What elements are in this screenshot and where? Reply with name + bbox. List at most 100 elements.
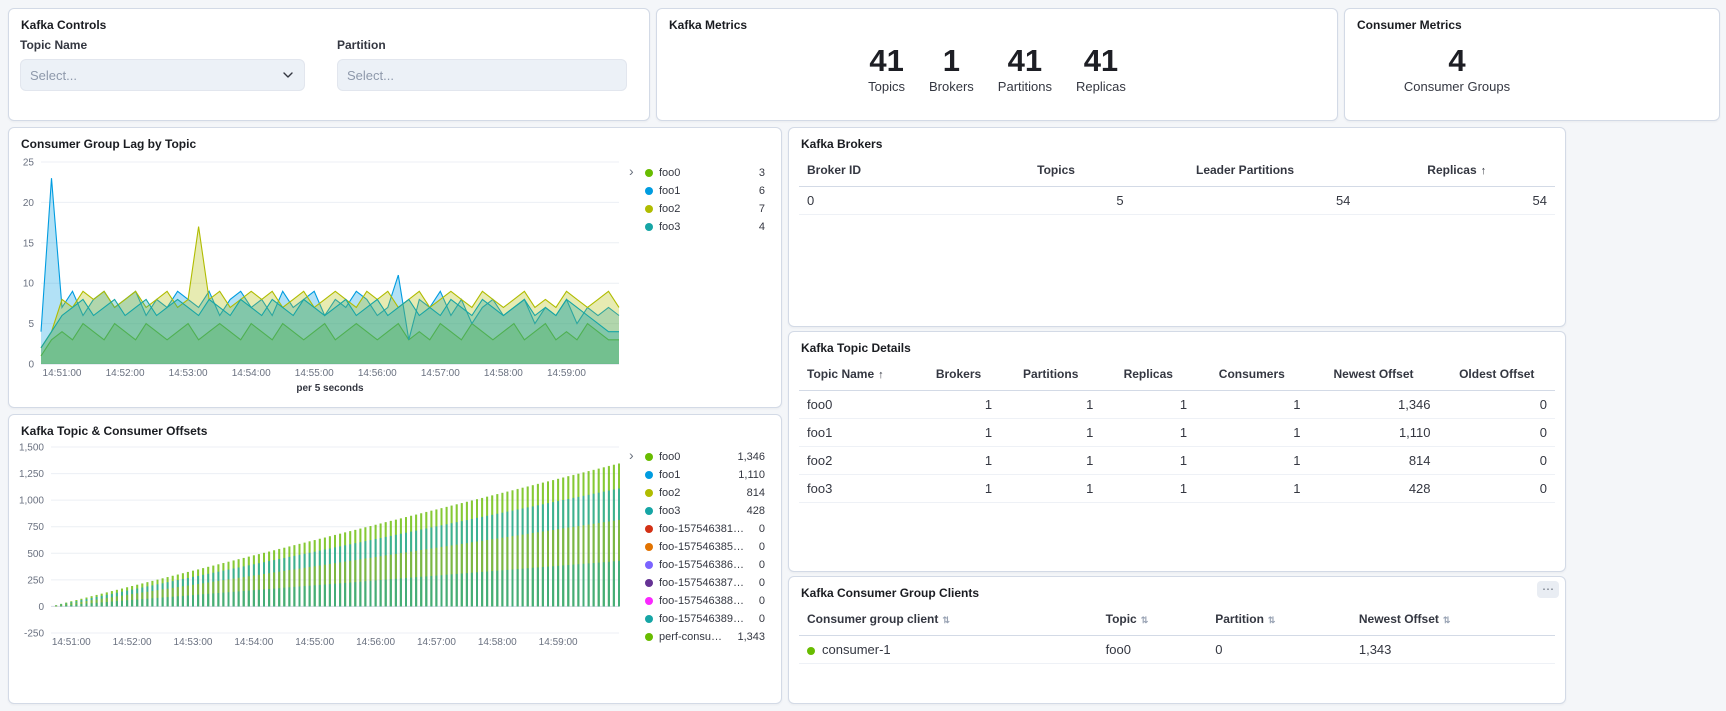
series-current-value: 0 <box>751 559 765 571</box>
consumer-metrics-stats: 4 Consumer Groups <box>1345 9 1719 120</box>
series-color-dot-icon <box>645 223 653 231</box>
series-color-dot-icon <box>645 471 653 479</box>
table-cell: 0 <box>1439 419 1555 447</box>
legend-toggle-icon[interactable]: › <box>629 164 634 178</box>
svg-text:14:52:00: 14:52:00 <box>113 637 152 648</box>
legend-item[interactable]: perf-consumer-…1,343 <box>645 630 765 644</box>
stat-topics: 41 Topics <box>868 45 905 95</box>
table-cell: 814 <box>1309 447 1439 475</box>
table-cell: 0 <box>799 187 980 215</box>
lag-chart-plot[interactable]: 051015202514:51:0014:52:0014:53:0014:54:… <box>13 152 627 402</box>
svg-text:per 5 seconds: per 5 seconds <box>296 383 364 394</box>
svg-text:14:59:00: 14:59:00 <box>547 368 586 379</box>
column-header-broker-id[interactable]: Broker ID <box>799 154 980 187</box>
svg-text:14:58:00: 14:58:00 <box>478 637 517 648</box>
table-row: 055454 <box>799 187 1555 215</box>
table-cell: 1 <box>917 447 1000 475</box>
series-current-value: 4 <box>751 221 765 233</box>
column-header-newest-offset[interactable]: Newest Offset <box>1309 358 1439 391</box>
table-cell: 428 <box>1309 475 1439 503</box>
stat-brokers: 1 Brokers <box>929 45 974 95</box>
svg-text:14:55:00: 14:55:00 <box>295 637 334 648</box>
series-color-dot-icon <box>645 633 653 641</box>
column-header-topics[interactable]: Topics <box>980 154 1131 187</box>
column-header-topic[interactable]: Topic⇅ <box>1098 603 1208 636</box>
legend-item[interactable]: foo-1575463898-70…0 <box>645 612 765 626</box>
series-name: foo-1575463888-57… <box>659 595 749 607</box>
table-cell: consumer-1 <box>799 636 1098 664</box>
svg-text:14:51:00: 14:51:00 <box>52 637 91 648</box>
table-row: consumer-1foo001,343 <box>799 636 1555 664</box>
svg-text:14:56:00: 14:56:00 <box>356 637 395 648</box>
legend-item[interactable]: foo11,110 <box>645 468 765 482</box>
table-row: foo211118140 <box>799 447 1555 475</box>
consumer-group-clients-table: Consumer group client⇅Topic⇅Partition⇅Ne… <box>799 603 1555 664</box>
brokers-table: Broker IDTopicsLeader PartitionsReplicas… <box>799 154 1555 215</box>
series-name: foo-1575463878-32… <box>659 577 749 589</box>
column-header-replicas[interactable]: Replicas <box>1101 358 1195 391</box>
panel-kafka-brokers: Kafka Brokers Broker IDTopicsLeader Part… <box>788 127 1566 327</box>
legend-item[interactable]: foo16 <box>645 184 765 198</box>
stat-value: 41 <box>1076 45 1126 78</box>
column-header-oldest-offset[interactable]: Oldest Offset <box>1439 358 1555 391</box>
panel-options-button[interactable]: ⋯ <box>1537 581 1559 598</box>
panel-title: Kafka Consumer Group Clients <box>801 586 979 600</box>
series-name: perf-consumer-… <box>659 631 729 643</box>
column-header-partition[interactable]: Partition⇅ <box>1207 603 1351 636</box>
offsets-chart-plot[interactable]: -25002505007501,0001,2501,50014:51:0014:… <box>13 439 629 657</box>
panel-consumer-metrics: Consumer Metrics 4 Consumer Groups <box>1344 8 1720 121</box>
panel-consumer-group-clients: Kafka Consumer Group Clients ⋯ Consumer … <box>788 576 1566 704</box>
kafka-dashboard: Kafka Controls Topic Name Select... Part… <box>0 0 1726 711</box>
column-header-leader-partitions[interactable]: Leader Partitions <box>1132 154 1359 187</box>
table-cell: 0 <box>1439 475 1555 503</box>
legend-item[interactable]: foo27 <box>645 202 765 216</box>
topic-name-select[interactable]: Select... <box>20 59 305 91</box>
legend-item[interactable]: foo-1575463878-32…0 <box>645 576 765 590</box>
legend-item[interactable]: foo01,346 <box>645 450 765 464</box>
legend-item[interactable]: foo3428 <box>645 504 765 518</box>
partition-field-group: Partition Select... <box>337 38 627 91</box>
series-current-value: 0 <box>751 595 765 607</box>
panel-title: Consumer Group Lag by Topic <box>21 137 196 151</box>
table-cell: 1 <box>1195 475 1308 503</box>
svg-text:14:52:00: 14:52:00 <box>106 368 145 379</box>
svg-text:25: 25 <box>23 158 35 169</box>
legend-item[interactable]: foo-1575463888-57…0 <box>645 594 765 608</box>
health-dot-icon <box>807 647 815 655</box>
table-cell: 1 <box>1000 447 1101 475</box>
legend-item[interactable]: foo-1575463813-60…0 <box>645 522 765 536</box>
series-name: foo2 <box>659 487 680 499</box>
column-header-partitions[interactable]: Partitions <box>1000 358 1101 391</box>
column-header-topic-name[interactable]: Topic Name↑ <box>799 358 917 391</box>
series-name: foo0 <box>659 451 680 463</box>
svg-text:14:55:00: 14:55:00 <box>295 368 334 379</box>
series-current-value: 0 <box>751 577 765 589</box>
legend-item[interactable]: foo-1575463857-85…0 <box>645 540 765 554</box>
legend-toggle-icon[interactable]: › <box>629 448 634 462</box>
series-current-value: 0 <box>751 523 765 535</box>
series-color-dot-icon <box>645 489 653 497</box>
column-header-consumer-group-client[interactable]: Consumer group client⇅ <box>799 603 1098 636</box>
partition-select[interactable]: Select... <box>337 59 627 91</box>
legend-item[interactable]: foo03 <box>645 166 765 180</box>
panel-title: Kafka Topic Details <box>801 341 911 355</box>
legend-item[interactable]: foo2814 <box>645 486 765 500</box>
series-current-value: 0 <box>751 541 765 553</box>
series-color-dot-icon <box>645 579 653 587</box>
series-name: foo1 <box>659 185 680 197</box>
legend-item[interactable]: foo-1575463868-116…0 <box>645 558 765 572</box>
column-header-brokers[interactable]: Brokers <box>917 358 1000 391</box>
stat-value: 41 <box>998 45 1052 78</box>
legend-item[interactable]: foo34 <box>645 220 765 234</box>
table-cell: 54 <box>1132 187 1359 215</box>
column-header-replicas[interactable]: Replicas↑ <box>1358 154 1555 187</box>
sortable-icon: ⇅ <box>1268 615 1276 625</box>
column-header-newest-offset[interactable]: Newest Offset⇅ <box>1351 603 1555 636</box>
column-header-consumers[interactable]: Consumers <box>1195 358 1308 391</box>
table-row: foo111111,1100 <box>799 419 1555 447</box>
svg-text:0: 0 <box>38 602 44 613</box>
stat-consumer-groups: 4 Consumer Groups <box>1404 45 1510 95</box>
table-cell: 0 <box>1439 447 1555 475</box>
table-cell: foo0 <box>799 391 917 419</box>
svg-text:14:53:00: 14:53:00 <box>174 637 213 648</box>
